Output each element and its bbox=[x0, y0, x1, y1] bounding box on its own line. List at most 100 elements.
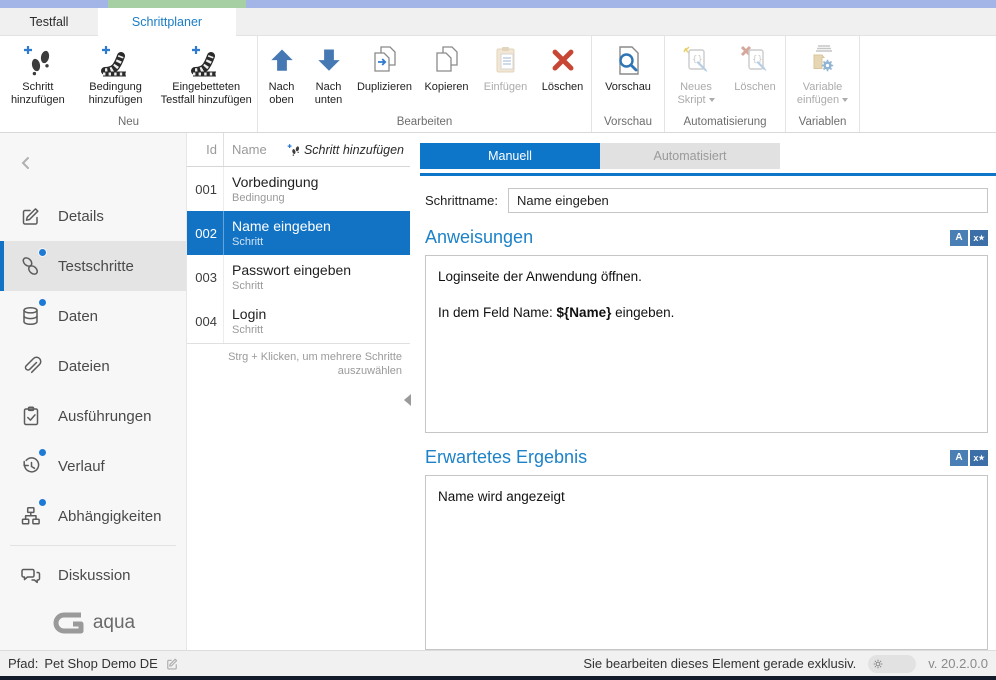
insert-variable-icon bbox=[805, 41, 841, 81]
delete-script-icon: {} bbox=[737, 41, 773, 81]
ribbon-group-bearbeiten: Nach oben Nach unten Duplizieren bbox=[258, 36, 592, 132]
aqua-logo-icon bbox=[51, 610, 85, 636]
column-header-id: Id bbox=[187, 133, 224, 166]
format-text-button[interactable]: A bbox=[950, 450, 968, 466]
sidebar-item-abhaengigkeiten[interactable]: Abhängigkeiten bbox=[0, 491, 186, 541]
svg-text:{}: {} bbox=[752, 55, 763, 65]
column-header-name: Name bbox=[224, 142, 286, 157]
condition-add-icon bbox=[98, 41, 134, 81]
sidebar-item-diskussion[interactable]: Diskussion bbox=[0, 550, 186, 600]
delete-script-button[interactable]: {} Löschen bbox=[726, 38, 784, 94]
notification-dot bbox=[38, 498, 47, 507]
insert-variable-button[interactable]: Variable einfügen bbox=[789, 38, 857, 107]
chevron-left-icon bbox=[18, 155, 34, 171]
step-row-selected[interactable]: 002 Name eingeben Schritt bbox=[187, 211, 410, 255]
step-name: Name eingeben bbox=[232, 218, 410, 235]
sidebar-item-details[interactable]: Details bbox=[0, 191, 186, 241]
ribbon-spacer bbox=[860, 36, 996, 132]
step-name: Login bbox=[232, 306, 410, 323]
settings-toggle[interactable] bbox=[868, 655, 916, 673]
sidebar-item-daten[interactable]: Daten bbox=[0, 291, 186, 341]
move-down-button[interactable]: Nach unten bbox=[305, 38, 353, 107]
tab-testfall[interactable]: Testfall bbox=[0, 8, 98, 36]
preview-button[interactable]: Vorschau bbox=[595, 38, 661, 94]
ribbon-tabbar: Testfall Schrittplaner bbox=[0, 8, 996, 36]
translate-button[interactable]: x★ bbox=[970, 450, 988, 466]
instructions-header: Anweisungen A x★ bbox=[425, 227, 988, 248]
paperclip-icon bbox=[18, 353, 44, 379]
ribbon-group-automatisierung: {} Neues Skript {} Löschen Aut bbox=[665, 36, 786, 132]
step-row[interactable]: 003 Passwort eingeben Schritt bbox=[187, 255, 410, 299]
bottom-accent-bar bbox=[0, 676, 996, 680]
tab-manuell[interactable]: Manuell bbox=[420, 143, 600, 169]
expected-result-line: Name wird angezeigt bbox=[438, 488, 975, 506]
dependencies-icon bbox=[18, 503, 44, 529]
sidebar-item-dateien[interactable]: Dateien bbox=[0, 341, 186, 391]
add-step-button[interactable]: Schritt hinzufügen bbox=[0, 38, 76, 107]
statusbar: Pfad: Pet Shop Demo DE Sie bearbeiten di… bbox=[0, 650, 996, 676]
svg-text:{}: {} bbox=[692, 55, 703, 65]
paste-button[interactable]: Einfügen bbox=[477, 38, 535, 94]
ribbon-group-neu: Schritt hinzufügen Bedingung hinzufügen bbox=[0, 36, 258, 132]
delete-button[interactable]: Löschen bbox=[535, 38, 591, 94]
group-label-bearbeiten: Bearbeiten bbox=[258, 116, 591, 132]
notification-dot bbox=[38, 248, 47, 257]
add-condition-button[interactable]: Bedingung hinzufügen bbox=[76, 38, 156, 107]
expected-result-header: Erwartetes Ergebnis A x★ bbox=[425, 447, 988, 468]
ribbon-group-variablen: Variable einfügen Variablen bbox=[786, 36, 860, 132]
detail-tabbar: Manuell Automatisiert bbox=[420, 143, 996, 169]
translate-button[interactable]: x★ bbox=[970, 230, 988, 246]
tab-underline bbox=[420, 173, 996, 176]
group-label-variablen: Variablen bbox=[786, 116, 859, 132]
footsteps-icon bbox=[18, 253, 44, 279]
discussion-icon bbox=[18, 562, 44, 588]
sidebar-item-verlauf[interactable]: Verlauf bbox=[0, 441, 186, 491]
variable-token: ${Name} bbox=[557, 305, 612, 320]
sidebar-item-testschritte[interactable]: Testschritte bbox=[0, 241, 186, 291]
clipboard-check-icon bbox=[18, 403, 44, 429]
notification-dot bbox=[38, 298, 47, 307]
instruction-line: In dem Feld Name: ${Name} eingeben. bbox=[438, 304, 975, 322]
add-step-link[interactable]: Schritt hinzufügen bbox=[286, 143, 410, 157]
step-row[interactable]: 001 Vorbedingung Bedingung bbox=[187, 167, 410, 211]
step-name: Passwort eingeben bbox=[232, 262, 410, 279]
database-icon bbox=[18, 303, 44, 329]
step-name: Vorbedingung bbox=[232, 174, 410, 191]
path-label: Pfad: bbox=[8, 656, 38, 671]
move-up-button[interactable]: Nach oben bbox=[259, 38, 305, 107]
tab-automatisiert[interactable]: Automatisiert bbox=[600, 143, 780, 169]
new-script-button[interactable]: {} Neues Skript bbox=[666, 38, 726, 107]
copy-icon bbox=[429, 41, 465, 81]
step-type: Schritt bbox=[232, 279, 410, 293]
tab-schrittplaner[interactable]: Schrittplaner bbox=[98, 8, 236, 36]
dropdown-caret-icon bbox=[842, 98, 848, 102]
notification-dot bbox=[38, 448, 47, 457]
preview-icon bbox=[610, 41, 646, 81]
footsteps-add-icon bbox=[20, 41, 56, 81]
step-type: Schritt bbox=[232, 323, 410, 337]
format-text-button[interactable]: A bbox=[950, 230, 968, 246]
arrow-up-icon bbox=[266, 41, 298, 81]
step-detail-panel: Manuell Automatisiert Schrittname: Anwei… bbox=[420, 133, 996, 650]
sidebar-collapse-button[interactable] bbox=[18, 155, 34, 176]
duplicate-button[interactable]: Duplizieren bbox=[353, 38, 417, 94]
sidebar-item-ausfuehrungen[interactable]: Ausführungen bbox=[0, 391, 186, 441]
multiselect-hint: Strg + Klicken, um mehrere Schritte ausz… bbox=[187, 343, 410, 378]
instructions-editor[interactable]: Loginseite der Anwendung öffnen. In dem … bbox=[425, 255, 988, 433]
embedded-testcase-add-icon bbox=[188, 41, 224, 81]
ribbon-group-vorschau: Vorschau Vorschau bbox=[592, 36, 665, 132]
sidebar-divider bbox=[10, 545, 176, 546]
stepname-row: Schrittname: bbox=[425, 188, 988, 213]
stepname-input[interactable] bbox=[508, 188, 988, 213]
group-label-neu: Neu bbox=[0, 116, 257, 132]
expected-result-editor[interactable]: Name wird angezeigt bbox=[425, 475, 988, 650]
panel-collapse-handle[interactable] bbox=[404, 394, 411, 406]
add-embedded-testcase-button[interactable]: Eingebetteten Testfall hinzufügen bbox=[155, 38, 257, 107]
sidebar: Details Testschritte Daten bbox=[0, 133, 186, 650]
path-value: Pet Shop Demo DE bbox=[44, 656, 157, 671]
copy-button[interactable]: Kopieren bbox=[417, 38, 477, 94]
edit-path-icon[interactable] bbox=[165, 656, 180, 671]
delete-icon bbox=[547, 41, 579, 81]
step-row[interactable]: 004 Login Schritt bbox=[187, 299, 410, 343]
footsteps-add-small-icon bbox=[286, 143, 301, 157]
